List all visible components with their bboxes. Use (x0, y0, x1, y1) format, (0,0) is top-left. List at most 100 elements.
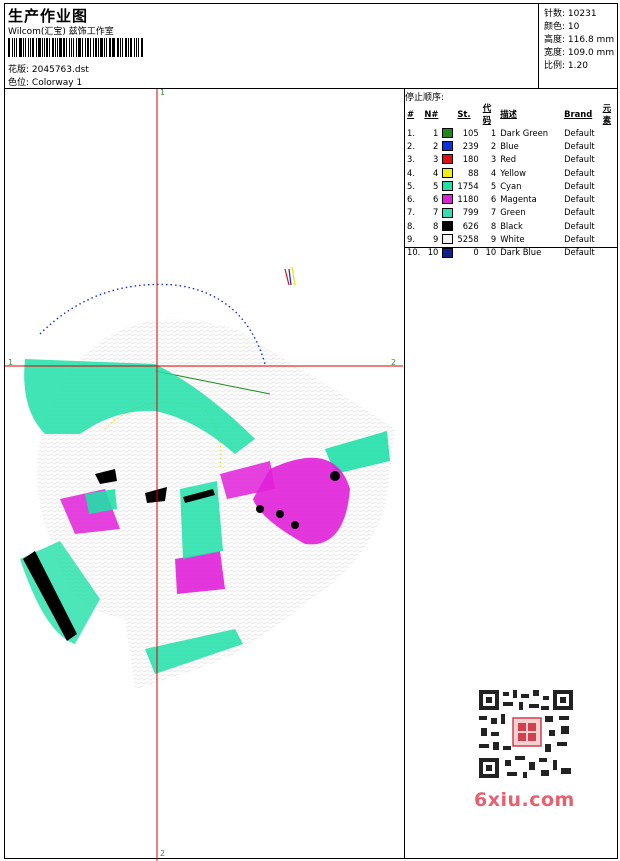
barcode-bar (65, 38, 67, 57)
qr-code-image (475, 688, 577, 780)
color-swatch (440, 206, 455, 219)
stitch-count: 1754 (457, 180, 479, 191)
stitch-count: 799 (462, 207, 479, 218)
company-name: Wilcom(汇宝) 兹饰工作室 (8, 27, 114, 37)
color-code: 3 (490, 154, 497, 165)
element (597, 153, 617, 166)
yellow-mark (291, 266, 296, 286)
barcode-bar (13, 38, 15, 57)
color-swatch (440, 219, 455, 232)
color-code: 10 (485, 247, 497, 258)
barcode-bar (56, 38, 58, 57)
table-row: 3. 3 180 3 Red Default (405, 153, 617, 166)
stitch-count: 180 (462, 154, 479, 165)
thread-brand: Default (564, 154, 595, 165)
barcode-bar (51, 38, 54, 57)
stitch-count: 5258 (457, 234, 479, 245)
barcode-bar (108, 38, 111, 57)
row-index: 4. (407, 167, 415, 178)
element (597, 232, 617, 245)
needle-number: 9 (433, 234, 439, 245)
col-brand: Brand (564, 109, 593, 119)
barcode-bar (24, 38, 26, 57)
barcode-bar (97, 38, 99, 57)
stitch-count: 1180 (457, 194, 479, 205)
table-row: 1. 1 105 1 Dark Green Default (405, 126, 617, 139)
barcode-bar (78, 38, 81, 57)
barcode-bar (70, 38, 73, 57)
needle-number: 1 (433, 127, 439, 138)
barcode-bar (22, 38, 24, 57)
needle-number: 8 (433, 220, 439, 231)
header-divider (538, 4, 539, 88)
col-description: 描述 (500, 109, 517, 119)
barcode-bar (68, 38, 70, 57)
table-header-row: # N# St. 代码 描述 Brand 元素 (405, 102, 617, 126)
thread-brand: Default (564, 247, 595, 258)
barcode-bar (19, 38, 22, 57)
barcode-bar (76, 38, 77, 57)
blue-mark (288, 268, 292, 286)
needle-number: 5 (433, 180, 439, 191)
element (597, 179, 617, 192)
color-swatch (440, 126, 455, 139)
color-swatch (440, 232, 455, 245)
element (597, 206, 617, 219)
barcode-bar (121, 38, 123, 57)
col-code: 代码 (482, 103, 492, 125)
barcode-bar (92, 38, 94, 57)
barcode-bar (84, 38, 87, 57)
color-swatch (440, 192, 455, 205)
needle-number: 6 (433, 194, 439, 205)
barcode-bar (90, 38, 91, 57)
table-row: 5. 5 1754 5 Cyan Default (405, 179, 617, 192)
stop-sequence-table: # N# St. 代码 描述 Brand 元素 1. 1 105 1 Dark Gree… (405, 102, 617, 259)
file-name: 2045763.dst (31, 65, 89, 75)
colorway: 色位: Colorway 1 (8, 75, 82, 88)
barcode-bar (41, 38, 43, 57)
stitch-count: 0 (473, 247, 479, 258)
barcode-bar (130, 38, 132, 57)
barcode-bar (124, 38, 128, 57)
swatch-box (442, 127, 454, 138)
barcode-bar (137, 38, 140, 57)
axis-label-right: 2 (391, 358, 397, 367)
barcode-bar (133, 38, 135, 57)
barcode-bar (104, 38, 105, 57)
barcode-bar (135, 38, 137, 57)
color-swatch (440, 166, 455, 179)
color-description: Dark Green (500, 127, 549, 138)
needle-number: 2 (433, 140, 439, 151)
color-swatch (440, 179, 455, 192)
barcode-bar (119, 38, 121, 57)
needle-number: 3 (433, 154, 439, 165)
color-code: 7 (490, 207, 497, 218)
col-element: 元素 (602, 103, 612, 125)
swatch-box (442, 154, 454, 165)
row-index: 3. (407, 154, 415, 165)
file-label: 花版: (8, 65, 30, 75)
stat-scale: 比例: 1.20 (544, 61, 588, 71)
axis-label-left: 1 (8, 358, 14, 367)
color-code: 8 (490, 220, 497, 231)
needle-number: 10 (427, 247, 439, 258)
barcode-bar (105, 38, 107, 57)
table-row: 9. 9 5258 9 White Default (405, 232, 617, 245)
color-code: 1 (490, 127, 497, 138)
black-eye-3 (276, 510, 284, 518)
barcode-bar (46, 38, 48, 57)
element (597, 166, 617, 179)
black-eye-1 (330, 471, 340, 481)
axis-label-top: 1 (160, 88, 166, 97)
barcode-bar (141, 38, 144, 57)
col-index: # (407, 109, 415, 119)
barcode-bar (111, 38, 113, 57)
swatch-box (442, 167, 454, 178)
thread-brand: Default (564, 180, 595, 191)
needle-number: 4 (433, 167, 439, 178)
axis-label-bottom: 2 (160, 849, 166, 858)
barcode-bar (36, 38, 37, 57)
needle-number: 7 (433, 207, 439, 218)
col-needle: N# (424, 109, 439, 119)
color-swatch (440, 139, 455, 152)
